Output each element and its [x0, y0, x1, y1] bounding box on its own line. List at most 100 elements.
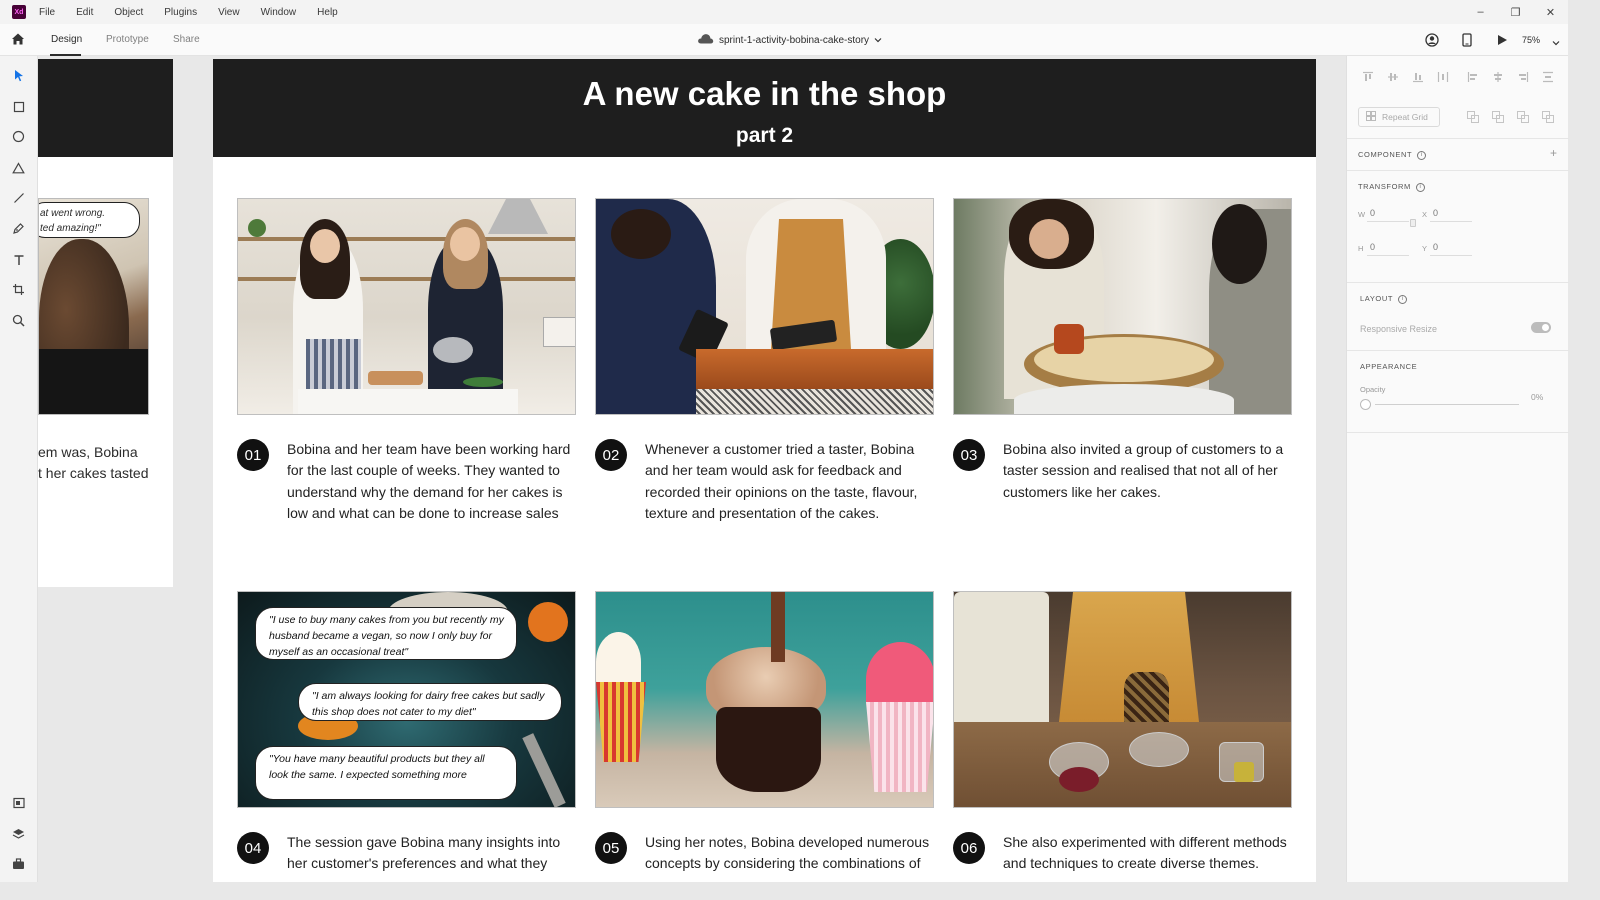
assets-icon[interactable]: [10, 794, 27, 811]
menu-view[interactable]: View: [218, 7, 240, 18]
height-input[interactable]: 0: [1370, 242, 1375, 252]
toolbar-right: 75%: [1415, 24, 1568, 56]
quote-bubble: "You have many beautiful products but th…: [255, 746, 517, 800]
menu-file[interactable]: File: [39, 7, 55, 18]
distribute-vertical-icon[interactable]: [1437, 70, 1449, 82]
plugins-icon[interactable]: [10, 855, 27, 872]
play-preview-icon[interactable]: [1485, 24, 1520, 56]
step-badge: 04: [237, 832, 269, 864]
restore-button[interactable]: ❐: [1498, 0, 1533, 24]
repeat-grid-button[interactable]: Repeat Grid: [1358, 107, 1440, 127]
x-input[interactable]: 0: [1433, 208, 1438, 218]
main-artboard[interactable]: A new cake in the shop part 2 01 Bobina …: [213, 59, 1316, 882]
y-label: Y: [1422, 244, 1428, 253]
step-badge: 01: [237, 439, 269, 471]
ellipse-tool-icon[interactable]: [10, 128, 27, 145]
tab-share[interactable]: Share: [173, 34, 200, 45]
document-title[interactable]: sprint-1-activity-bobina-cake-story: [697, 33, 882, 47]
opacity-value[interactable]: 0%: [1531, 392, 1543, 402]
story-text: em was, Bobina t her cakes tasted: [38, 442, 173, 484]
info-icon[interactable]: i: [1417, 150, 1427, 160]
align-right-icon[interactable]: [1517, 70, 1529, 82]
step-badge: 02: [595, 439, 627, 471]
bubble-line: at went wrong.: [40, 208, 106, 219]
width-label: W: [1358, 210, 1366, 219]
quote-bubble: "I am always looking for dairy free cake…: [298, 683, 562, 721]
cupcakes-photo: [595, 591, 934, 808]
select-tool-icon[interactable]: [10, 67, 27, 84]
tab-prototype[interactable]: Prototype: [106, 34, 149, 45]
minimize-button[interactable]: –: [1463, 0, 1498, 24]
menu-edit[interactable]: Edit: [76, 7, 93, 18]
boolean-subtract-icon[interactable]: [1492, 110, 1504, 123]
grid-icon: [1366, 111, 1376, 123]
previous-artboard[interactable]: at went wrong. ted amazing!" em was, Bob…: [38, 59, 173, 587]
artboard-tool-icon[interactable]: [10, 281, 27, 298]
step-badge: 06: [953, 832, 985, 864]
align-center-icon[interactable]: [1492, 70, 1504, 82]
xd-logo: Xd: [12, 5, 26, 19]
line-tool-icon[interactable]: [10, 189, 27, 206]
add-component-icon[interactable]: +: [1550, 146, 1558, 160]
taster-session-photo: [953, 198, 1292, 415]
polygon-tool-icon[interactable]: [10, 159, 27, 176]
menu-plugins[interactable]: Plugins: [164, 7, 197, 18]
layout-label: LAYOUT: [1360, 294, 1394, 303]
divider: [1347, 282, 1569, 283]
cloud-icon: [697, 33, 714, 47]
align-bottom-icon[interactable]: [1412, 70, 1424, 83]
kitchen-photo: [237, 198, 576, 415]
rectangle-tool-icon[interactable]: [10, 98, 27, 115]
align-left-icon[interactable]: [1467, 70, 1479, 82]
input-underline: [1367, 255, 1409, 256]
align-middle-icon[interactable]: [1387, 70, 1399, 82]
menu-help[interactable]: Help: [317, 7, 338, 18]
distribute-horizontal-icon[interactable]: [1542, 70, 1554, 83]
menu-object[interactable]: Object: [114, 7, 143, 18]
transform-section: TRANSFORM i: [1358, 182, 1425, 192]
zoom-level[interactable]: 75%: [1522, 35, 1540, 45]
artboard-subtitle: part 2: [735, 124, 794, 147]
device-preview-icon[interactable]: [1450, 24, 1485, 56]
menu-window[interactable]: Window: [261, 7, 297, 18]
y-input[interactable]: 0: [1433, 242, 1438, 252]
boolean-exclude-icon[interactable]: [1542, 110, 1554, 123]
divider: [1347, 350, 1569, 351]
customer-quotes-photo: "I use to buy many cakes from you but re…: [237, 591, 576, 808]
pen-tool-icon[interactable]: [10, 220, 27, 237]
divider: [1347, 432, 1569, 433]
step-badge: 05: [595, 832, 627, 864]
lock-aspect-icon[interactable]: [1410, 219, 1416, 227]
width-input[interactable]: 0: [1370, 208, 1375, 218]
opacity-slider-handle[interactable]: [1360, 399, 1371, 410]
zoom-tool-icon[interactable]: [10, 312, 27, 329]
align-top-icon[interactable]: [1362, 70, 1374, 82]
info-icon[interactable]: i: [1398, 294, 1408, 304]
step-text: Bobina also invited a group of customers…: [1003, 441, 1284, 500]
boolean-add-icon[interactable]: [1467, 110, 1479, 123]
transform-label: TRANSFORM: [1358, 182, 1411, 191]
divider: [1347, 138, 1569, 139]
responsive-resize-toggle[interactable]: [1531, 322, 1551, 333]
layers-icon[interactable]: [10, 825, 27, 842]
design-canvas[interactable]: at went wrong. ted amazing!" em was, Bob…: [38, 56, 1346, 882]
customer-photo: at went wrong. ted amazing!": [38, 198, 149, 415]
boolean-intersect-icon[interactable]: [1517, 110, 1529, 123]
chevron-down-icon: [874, 35, 882, 46]
responsive-resize-label: Responsive Resize: [1360, 324, 1438, 334]
input-underline: [1430, 255, 1472, 256]
zoom-chevron-icon[interactable]: [1552, 33, 1560, 51]
step-text: Bobina and her team have been working ha…: [287, 441, 571, 521]
menu-bar: Xd File Edit Object Plugins View Window …: [0, 0, 1568, 24]
info-icon[interactable]: i: [1415, 182, 1425, 192]
opacity-slider[interactable]: [1375, 404, 1519, 405]
close-button[interactable]: ✕: [1533, 0, 1568, 24]
text-tool-icon[interactable]: [10, 251, 27, 268]
shop-counter-photo: [595, 198, 934, 415]
document-name: sprint-1-activity-bobina-cake-story: [719, 34, 870, 46]
share-user-icon[interactable]: [1415, 24, 1450, 56]
baking-table-photo: [953, 591, 1292, 808]
tool-rail: [0, 56, 38, 882]
tab-design[interactable]: Design: [51, 34, 82, 45]
home-icon[interactable]: [11, 32, 25, 51]
